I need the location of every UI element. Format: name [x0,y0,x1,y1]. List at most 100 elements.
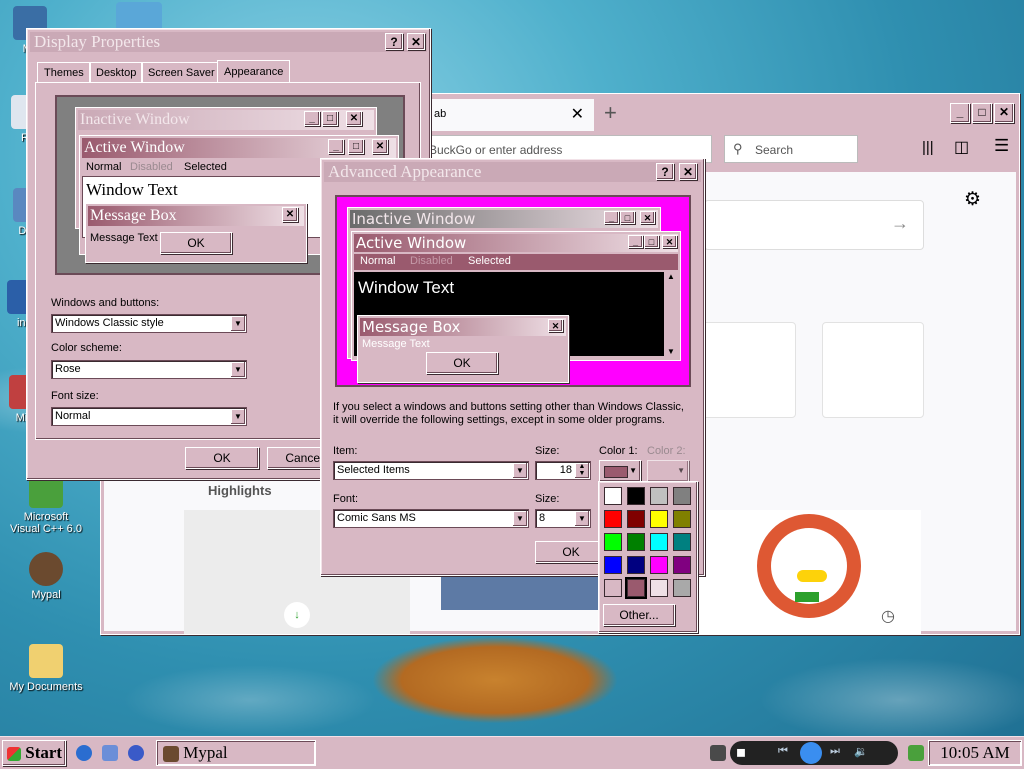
start-button[interactable]: Start [2,740,66,766]
next-icon[interactable]: ⏭ [830,745,840,758]
sidebar-icon[interactable]: ◫ [954,137,969,157]
media-player-icon[interactable] [128,745,144,761]
palette-swatch[interactable] [604,487,622,505]
media-controls: ◼ ⏮ ⏭ 🔉 [730,741,898,765]
desktop-icon-my-documents[interactable]: My Documents [8,644,84,693]
scroll-up-icon: ▲ [667,272,675,281]
palette-swatch[interactable] [650,579,668,597]
palette-swatch[interactable] [673,579,691,597]
preview-close-icon: ✕ [282,207,298,222]
keyboard-icon[interactable] [710,745,726,761]
tab-screen-saver[interactable]: Screen Saver [141,62,222,83]
palette-swatch[interactable] [673,556,691,574]
preview-ok-button: OK [160,232,232,254]
font-size-select[interactable]: 8 ▼ [535,509,591,528]
windows-buttons-select[interactable]: Windows Classic style ▼ [51,314,247,333]
color1-swatch [604,466,628,478]
palette-swatch[interactable] [650,533,668,551]
arrow-right-icon[interactable]: → [891,213,909,234]
palette-swatch[interactable] [650,510,668,528]
info-text-line1: If you select a windows and buttons sett… [333,401,684,413]
palette-swatch[interactable] [650,556,668,574]
help-button[interactable]: ? [385,33,403,50]
chevron-down-icon: ▼ [629,466,637,475]
raccoon-icon [29,552,63,586]
palette-swatch[interactable] [627,510,645,528]
palette-swatch[interactable] [604,556,622,574]
display-properties-titlebar[interactable]: Display Properties [30,32,427,52]
adv-preview-message-box-titlebar: Message Box [360,318,566,336]
font-size-label: Font size: [51,390,99,402]
desktop-icon-mypal[interactable]: Mypal [8,552,84,601]
palette-swatch[interactable] [673,533,691,551]
preview-message-box-titlebar: Message Box [88,206,304,226]
ok-button[interactable]: OK [185,447,259,469]
font-size-select[interactable]: Normal ▼ [51,407,247,426]
stepper-arrows-icon[interactable]: ▲ ▼ [575,463,589,478]
preview-close-icon: ✕ [662,235,677,248]
windows-logo-icon [7,747,21,762]
close-button[interactable]: ✕ [407,33,425,50]
font-select[interactable]: Comic Sans MS ▼ [333,509,529,528]
chevron-down-icon: ▼ [575,511,589,526]
close-button[interactable]: ✕ [679,163,697,180]
palette-swatch[interactable] [627,533,645,551]
show-desktop-icon[interactable] [102,745,118,761]
window-title: Advanced Appearance [328,162,482,181]
browser-tab[interactable]: ab ✕ [424,99,594,131]
taskbar-task-mypal[interactable]: Mypal [156,740,316,766]
close-tab-icon[interactable]: ✕ [571,104,584,124]
browser-close-button[interactable]: ✕ [994,103,1014,123]
color1-picker-button[interactable]: ▼ [599,460,641,482]
play-icon[interactable] [800,742,822,764]
taskbar: Start Mypal ◼ ⏮ ⏭ 🔉 10:05 AM [0,736,1024,769]
palette-swatch[interactable] [627,487,645,505]
ok-button[interactable]: OK [535,541,607,563]
browser-maximize-button[interactable]: □ [972,103,992,123]
item-size-stepper[interactable]: 18 ▲ ▼ [535,461,591,480]
palette-swatch[interactable] [625,577,647,599]
newtab-search[interactable]: → [704,200,924,250]
preview-close-icon: ✕ [372,139,388,154]
item-select[interactable]: Selected Items ▼ [333,461,529,480]
menu-icon[interactable]: ☰ [994,136,1009,156]
item-size-label: Size: [535,445,560,457]
tab-themes[interactable]: Themes [37,62,91,83]
font-size-label: Size: [535,493,560,505]
desktop-icon-visual-cpp[interactable]: Microsoft Visual C++ 6.0 [8,474,84,535]
settings-gear-icon[interactable]: ⚙ [964,188,981,211]
volume-icon[interactable]: 🔉 [854,745,868,758]
preview-menu-disabled: Disabled [130,161,173,173]
system-clock[interactable]: 10:05 AM [928,740,1022,766]
palette-swatch[interactable] [673,487,691,505]
color-scheme-select[interactable]: Rose ▼ [51,360,247,379]
network-icon[interactable] [908,745,924,761]
search-box[interactable]: ⚲ Search [724,135,858,163]
preview-maximize-icon: □ [644,235,659,248]
tab-appearance[interactable]: Appearance [217,60,291,83]
stop-icon[interactable]: ◼ [736,745,746,759]
palette-swatch[interactable] [627,556,645,574]
color1-label: Color 1: [599,445,638,457]
help-button[interactable]: ? [656,163,674,180]
tab-desktop[interactable]: Desktop [89,62,144,83]
advanced-preview: Inactive Window _ □ ✕ Active Window _ □ … [335,195,691,387]
palette-swatch[interactable] [604,579,622,597]
top-site-tile[interactable] [822,322,924,418]
library-icon[interactable]: ||| [922,139,934,156]
palette-swatch[interactable] [673,510,691,528]
chevron-down-icon: ▼ [677,466,685,475]
preview-message-text: Message Text [90,232,158,244]
palette-swatch[interactable] [604,533,622,551]
palette-swatch[interactable] [650,487,668,505]
palette-swatch[interactable] [604,510,622,528]
other-color-button[interactable]: Other... [603,604,675,626]
new-tab-icon[interactable]: + [604,100,617,126]
previous-icon[interactable]: ⏮ [778,745,788,758]
top-site-tile[interactable] [694,322,796,418]
adv-preview-scrollbar: ▲ ▼ [664,272,678,356]
advanced-appearance-titlebar[interactable]: Advanced Appearance [324,162,701,182]
preview-maximize-icon: □ [620,211,635,224]
browser-minimize-button[interactable]: _ [950,103,970,123]
internet-explorer-icon[interactable] [76,745,92,761]
